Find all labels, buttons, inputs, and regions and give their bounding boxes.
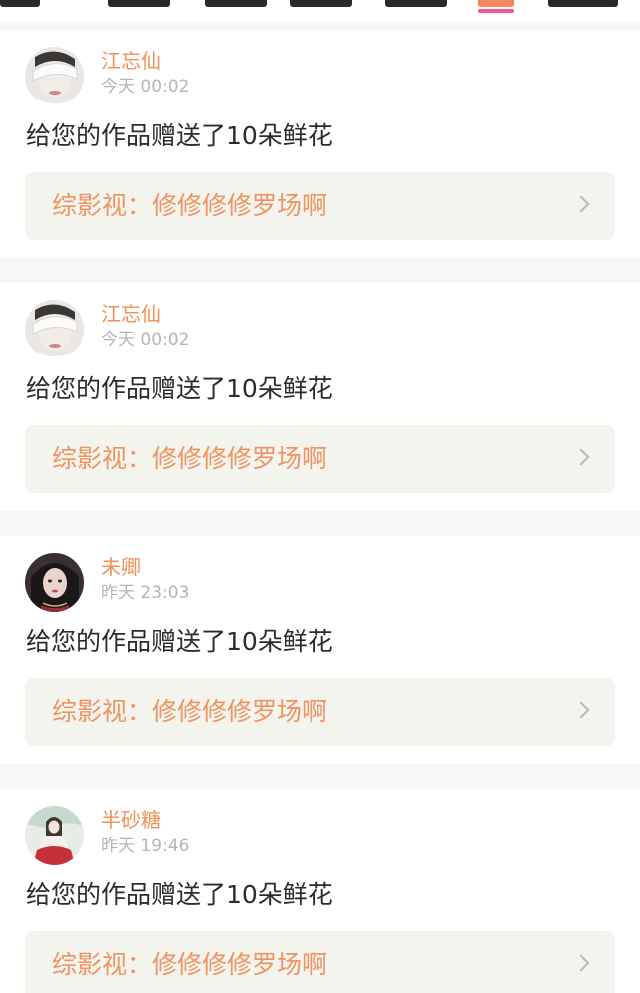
notification-card: 半砂糖 昨天 19:46 给您的作品赠送了10朵鲜花 综影视：修修修修罗场啊 bbox=[0, 789, 640, 993]
avatar[interactable] bbox=[25, 47, 84, 106]
chevron-right-icon bbox=[572, 448, 590, 466]
work-title: 综影视：修修修修罗场啊 bbox=[52, 444, 328, 473]
timestamp: 昨天 19:46 bbox=[101, 836, 190, 856]
work-title: 综影视：修修修修罗场啊 bbox=[52, 191, 328, 220]
work-link[interactable]: 综影视：修修修修罗场啊 bbox=[25, 425, 615, 493]
tab-5[interactable] bbox=[385, 0, 447, 7]
sender-name[interactable]: 未卿 bbox=[101, 555, 141, 579]
chevron-right-icon bbox=[572, 195, 590, 213]
sender-name[interactable]: 江忘仙 bbox=[101, 49, 161, 73]
chevron-right-icon bbox=[572, 701, 590, 719]
work-link[interactable]: 综影视：修修修修罗场啊 bbox=[25, 678, 615, 746]
sender-name[interactable]: 半砂糖 bbox=[101, 808, 161, 832]
avatar[interactable] bbox=[25, 300, 84, 359]
chevron-right-icon bbox=[572, 954, 590, 972]
work-title: 综影视：修修修修罗场啊 bbox=[52, 950, 328, 979]
tab-1[interactable] bbox=[0, 0, 40, 7]
avatar-white-blindfold-icon bbox=[25, 300, 84, 359]
message-text: 给您的作品赠送了10朵鲜花 bbox=[26, 627, 333, 656]
notification-screen: 江忘仙 今天 00:02 给您的作品赠送了10朵鲜花 综影视：修修修修罗场啊 江… bbox=[0, 0, 640, 993]
top-tab-bar bbox=[0, 0, 640, 22]
avatar[interactable] bbox=[25, 553, 84, 612]
timestamp: 今天 00:02 bbox=[101, 330, 190, 350]
timestamp: 昨天 23:03 bbox=[101, 583, 190, 603]
tab-flowers[interactable] bbox=[478, 0, 514, 7]
work-link[interactable]: 综影视：修修修修罗场啊 bbox=[25, 931, 615, 993]
avatar-dark-hair-icon bbox=[25, 553, 84, 612]
tab-4[interactable] bbox=[290, 0, 352, 7]
notification-card: 江忘仙 今天 00:02 给您的作品赠送了10朵鲜花 综影视：修修修修罗场啊 bbox=[0, 30, 640, 258]
tab-7[interactable] bbox=[548, 0, 618, 7]
work-link[interactable]: 综影视：修修修修罗场啊 bbox=[25, 172, 615, 240]
message-text: 给您的作品赠送了10朵鲜花 bbox=[26, 374, 333, 403]
active-tab-indicator bbox=[478, 9, 514, 13]
message-text: 给您的作品赠送了10朵鲜花 bbox=[26, 880, 333, 909]
timestamp: 今天 00:02 bbox=[101, 77, 190, 97]
avatar-red-dress-icon bbox=[25, 806, 84, 865]
message-text: 给您的作品赠送了10朵鲜花 bbox=[26, 121, 333, 150]
avatar[interactable] bbox=[25, 806, 84, 865]
tab-2[interactable] bbox=[108, 0, 170, 7]
notification-card: 江忘仙 今天 00:02 给您的作品赠送了10朵鲜花 综影视：修修修修罗场啊 bbox=[0, 283, 640, 511]
sender-name[interactable]: 江忘仙 bbox=[101, 302, 161, 326]
avatar-white-blindfold-icon bbox=[25, 47, 84, 106]
notification-card: 未卿 昨天 23:03 给您的作品赠送了10朵鲜花 综影视：修修修修罗场啊 bbox=[0, 536, 640, 764]
tab-3[interactable] bbox=[205, 0, 267, 7]
work-title: 综影视：修修修修罗场啊 bbox=[52, 697, 328, 726]
